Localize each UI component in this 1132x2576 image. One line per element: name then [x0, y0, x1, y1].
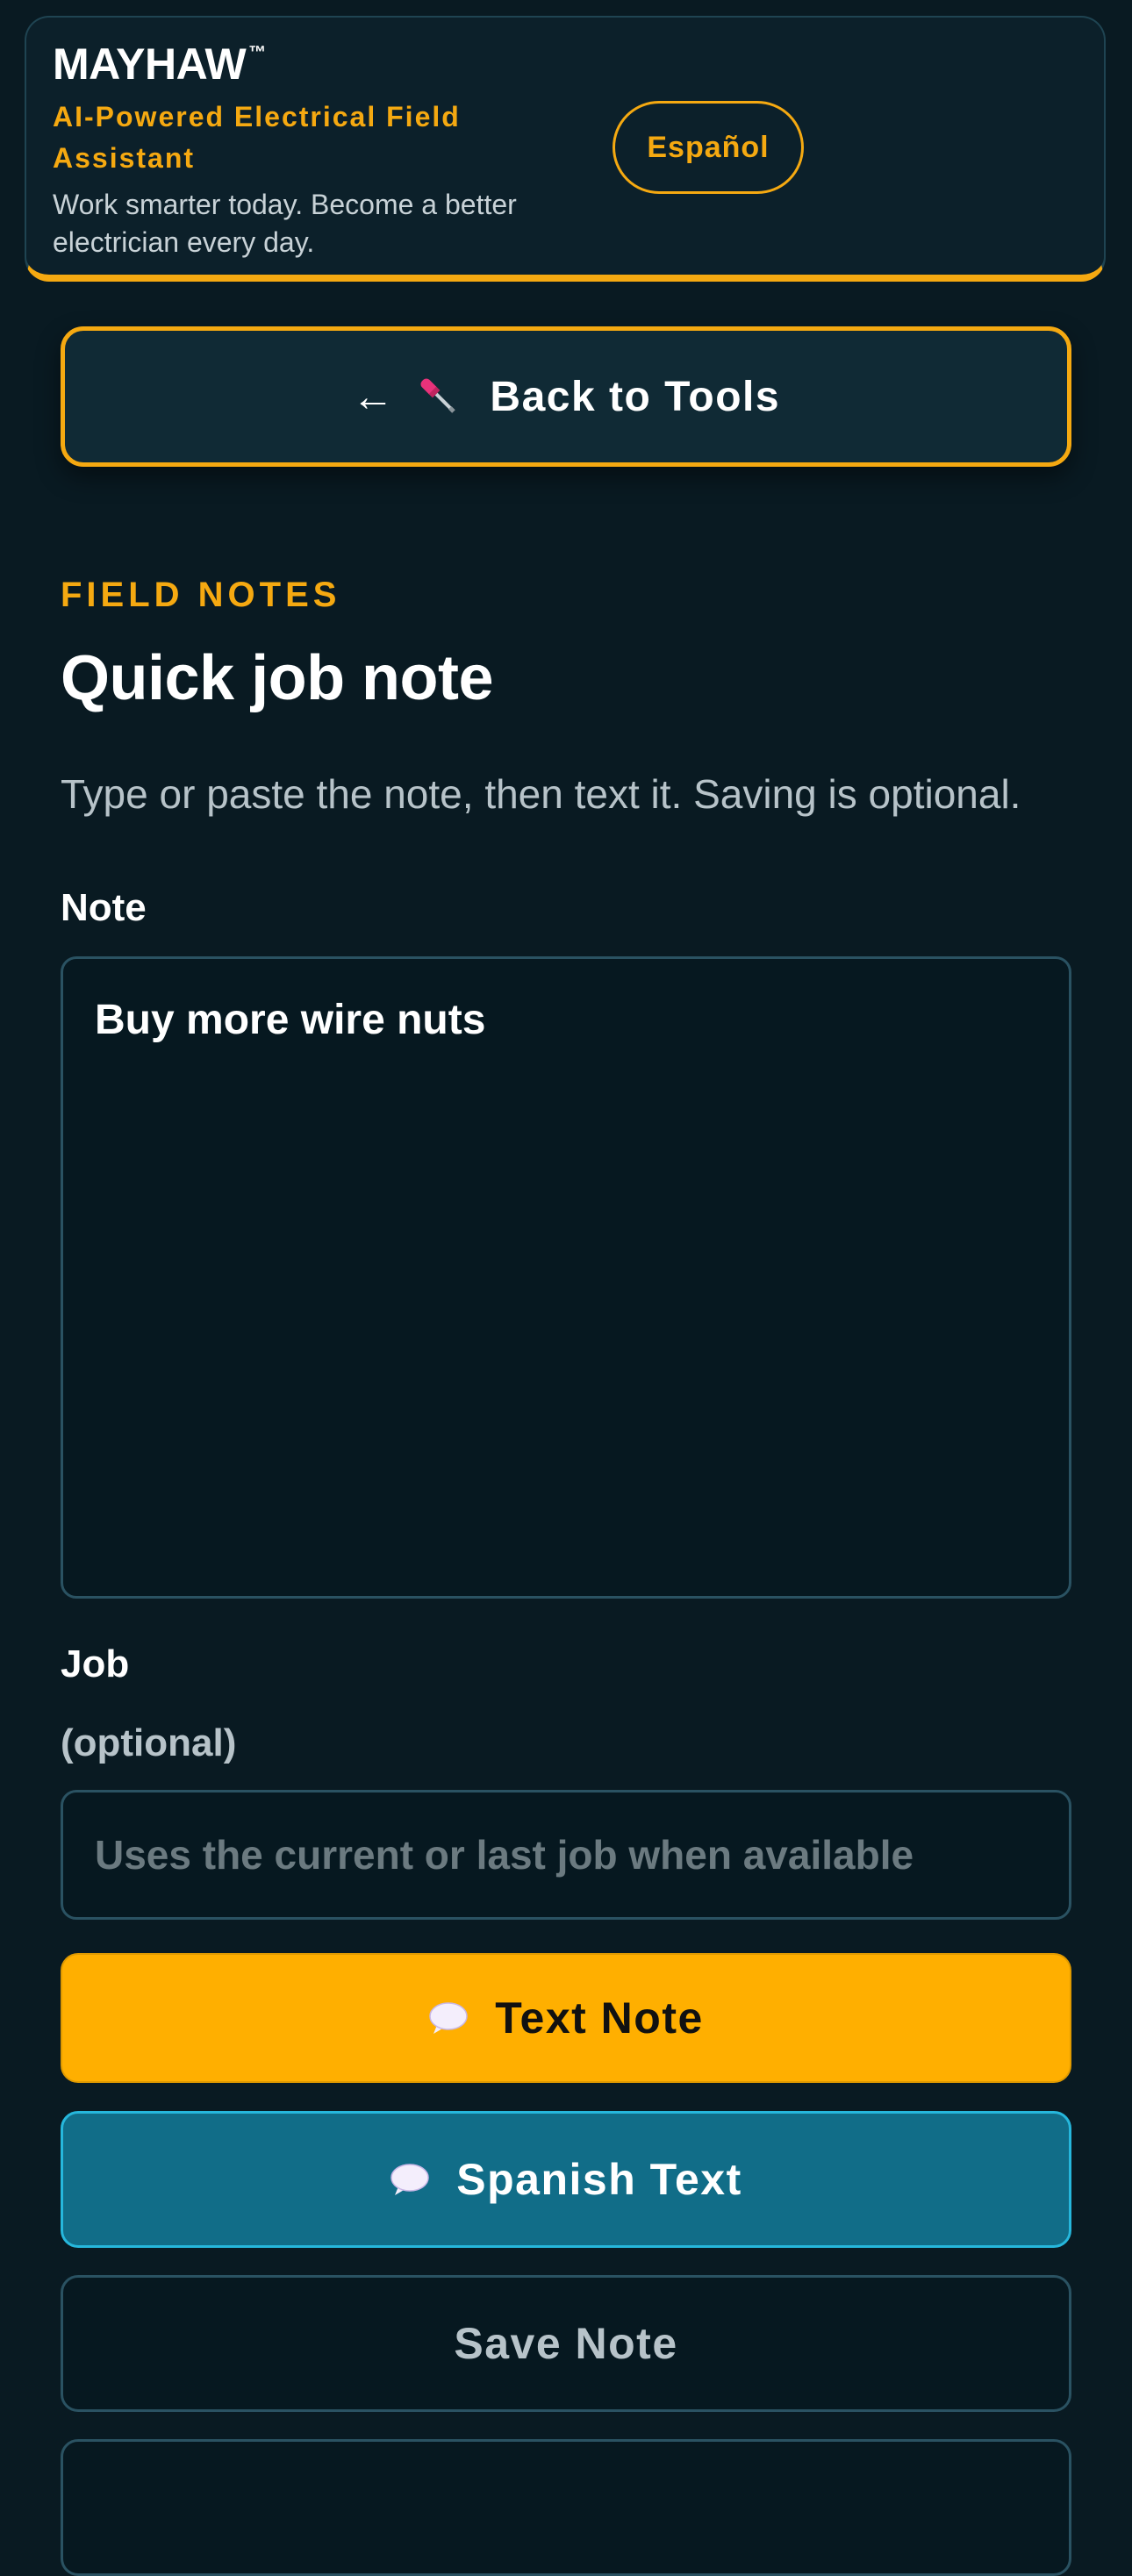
- back-arrow-icon: ←: [351, 373, 396, 420]
- brand-logo: MAYHAW ™: [53, 42, 266, 86]
- job-label: Job: [61, 1642, 130, 1685]
- text-note-label: Text Note: [495, 1993, 704, 2043]
- intro-text: Type or paste the note, then text it. Sa…: [61, 771, 1021, 817]
- speech-bubble-icon: [429, 2002, 468, 2034]
- job-input[interactable]: Uses the current or last job when availa…: [61, 1790, 1071, 1920]
- brand-name: MAYHAW: [53, 39, 247, 89]
- section-eyebrow: FIELD NOTES: [61, 576, 341, 614]
- app-tagline: AI-Powered Electrical Field Assistant: [53, 101, 461, 174]
- page-title: Quick job note: [61, 643, 494, 713]
- spanish-text-label: Spanish Text: [456, 2155, 742, 2204]
- note-label: Note: [61, 886, 147, 929]
- screwdriver-icon: [414, 372, 463, 421]
- language-toggle-button[interactable]: Español: [613, 101, 804, 194]
- back-to-tools-button[interactable]: ← Back to Tools: [61, 326, 1071, 467]
- partial-button[interactable]: [61, 2439, 1071, 2576]
- save-note-label: Save Note: [454, 2319, 678, 2368]
- app-subline: Work smarter today. Become a better elec…: [53, 189, 517, 258]
- note-textarea[interactable]: Buy more wire nuts: [61, 956, 1071, 1599]
- app-header: MAYHAW ™ AI-Powered Electrical Field Assi…: [25, 16, 1106, 282]
- back-to-tools-label: Back to Tools: [490, 373, 781, 420]
- speech-bubble-icon: [390, 2164, 429, 2195]
- job-optional-label: (optional): [61, 1721, 237, 1764]
- text-note-button[interactable]: Text Note: [61, 1953, 1071, 2083]
- spanish-text-button[interactable]: Spanish Text: [61, 2111, 1071, 2248]
- save-note-button[interactable]: Save Note: [61, 2275, 1071, 2412]
- trademark-symbol: ™: [248, 43, 266, 63]
